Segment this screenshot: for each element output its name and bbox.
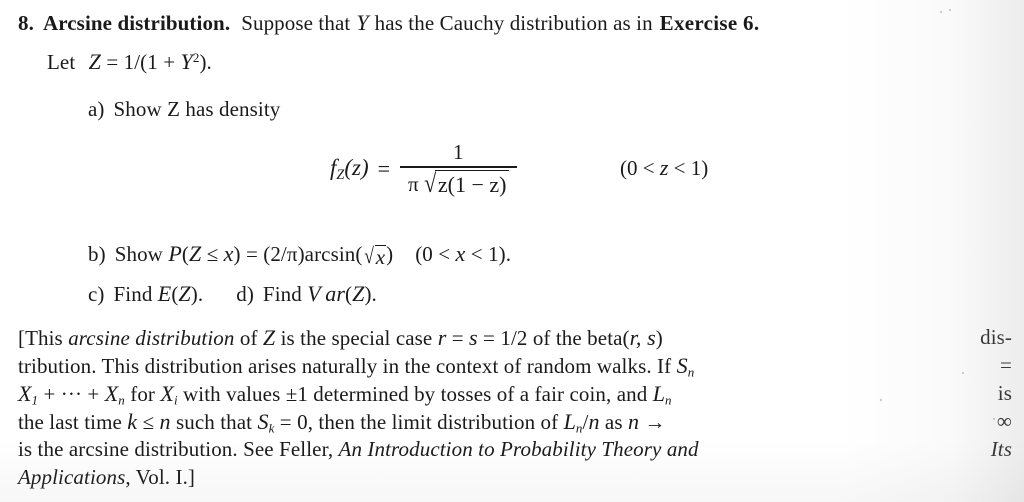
exercise-title: Arcsine distribution.	[42, 11, 231, 35]
scan-speck	[962, 372, 964, 374]
note-line-2: tribution. This distribution arises natu…	[18, 353, 1012, 380]
heading-statement-part2: has the Cauchy distribution as in	[374, 11, 653, 35]
exercise-reference: Exercise 6.	[659, 11, 760, 35]
let-keyword: Let	[47, 50, 76, 75]
formula-denominator: π √ z(1 − z)	[400, 168, 516, 198]
pi-symbol: π	[408, 171, 419, 196]
let-definition-line: Let Z = 1/(1 + Y2).	[47, 51, 212, 73]
formula-fraction: 1 π √ z(1 − z)	[400, 140, 517, 198]
note-line-5: is the arcsine distribution. See Feller,…	[18, 437, 1012, 461]
part-c-line: c) Find E(Z). d) Find V ar(Z).	[88, 283, 377, 305]
note-citation-tail: , Vol. I.]	[125, 465, 196, 489]
note-citation-title: Applications	[18, 465, 126, 489]
radicand: x	[374, 245, 387, 269]
note-line-1: [This arcsine distribution of Z is the s…	[18, 325, 1012, 350]
part-d-label: d)	[236, 282, 254, 306]
exercise-number: 8.	[18, 11, 34, 35]
let-expression: Z = 1/(1 + Y2).	[88, 49, 212, 75]
formula-range: (0 < z < 1)	[620, 155, 709, 180]
scan-speck	[949, 9, 951, 11]
radical-sign: √	[363, 243, 374, 268]
part-a-label: a)	[88, 97, 105, 121]
scan-speck	[880, 399, 882, 401]
part-b-range: (0 < x < 1).	[415, 241, 512, 266]
formula-equals: =	[377, 156, 391, 181]
note-line-6: Applications, Vol. I.]	[18, 465, 1012, 493]
formula-numerator: 1	[453, 140, 464, 164]
radicand: z(1 − z)	[434, 170, 509, 198]
exercise-heading: 8. Arcsine distribution. Suppose that Yhas …	[18, 12, 759, 34]
part-d-text: Find V ar(Z).	[262, 281, 377, 306]
formula-lhs: fZ(z)	[330, 154, 369, 183]
part-b-line: b) Show P(Z ≤ x) = (2/π)arcsin(√ x) (0 < x …	[88, 243, 511, 268]
note-paragraph: [This arcsine distribution of Z is the s…	[18, 325, 1012, 493]
density-formula: fZ(z) = 1 π √ z(1 − z)	[330, 140, 517, 198]
part-c-text: Find E(Z).	[113, 281, 204, 306]
radical-sign: √	[423, 169, 436, 198]
part-a-text: Show Z has density	[113, 97, 281, 121]
scanned-page: 8. Arcsine distribution. Suppose that Yhas …	[0, 0, 1024, 502]
heading-statement-part1: Suppose that	[241, 11, 351, 35]
part-a-line: a) Show Z has density	[88, 99, 280, 120]
part-b-text: Show P(Z ≤ x) = (2/π)arcsin(√ x)	[114, 241, 394, 269]
heading-variable-y: Y	[356, 10, 369, 35]
scan-speck	[993, 418, 995, 420]
part-c-label: c)	[88, 282, 105, 306]
square-root-icon: √ x	[363, 245, 387, 268]
square-root-icon: √ z(1 − z)	[423, 170, 509, 198]
note-line-3: X1 + ··· + Xn for Xi with values ±1 dete…	[18, 381, 1012, 408]
part-b-label: b)	[88, 242, 106, 266]
scan-speck	[940, 11, 942, 13]
scan-speck	[1002, 340, 1004, 342]
part-d-segment: d) Find V ar(Z).	[236, 282, 377, 306]
note-line-4: the last time k ≤ n such that Sk = 0, th…	[18, 409, 1012, 436]
